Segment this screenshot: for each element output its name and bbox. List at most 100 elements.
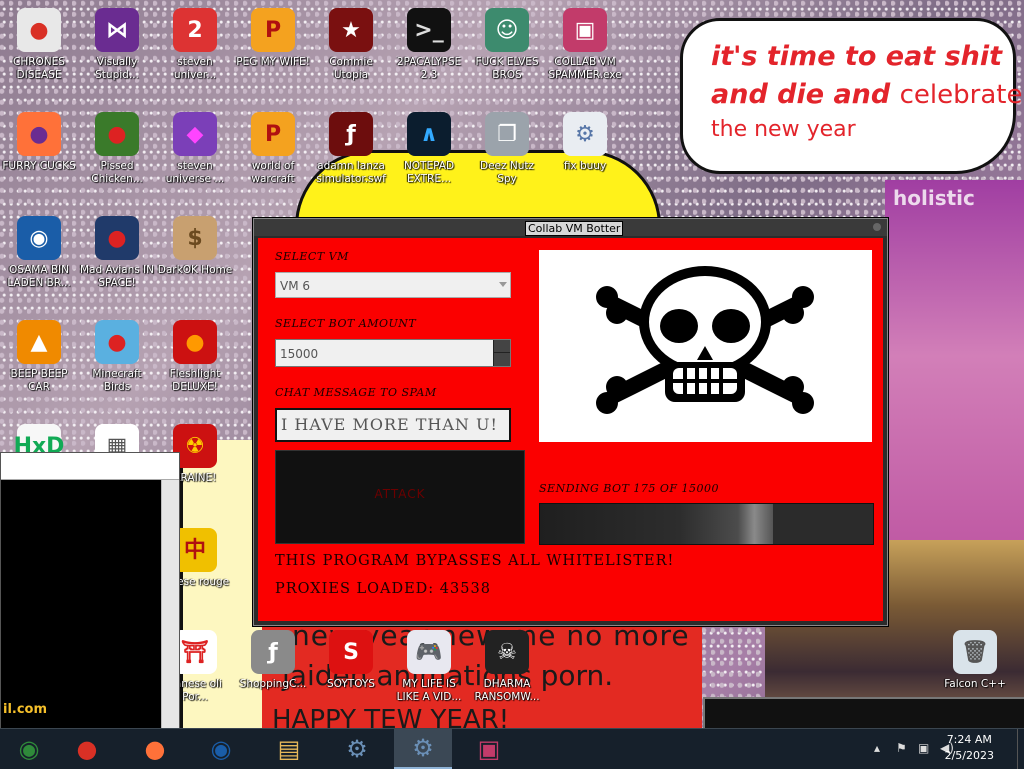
desktop-shortcut[interactable]: ● CHRONES DISEASE <box>1 8 77 82</box>
stepper-buttons[interactable] <box>493 340 510 366</box>
background-window-scrollbar[interactable] <box>161 480 179 729</box>
desktop-shortcut[interactable]: ● Pissed Chicken... <box>79 112 155 186</box>
desktop-shortcut-label: fix buuy <box>563 160 607 172</box>
speech-line-2a: and die and <box>711 79 900 110</box>
stepper-up-button[interactable] <box>494 340 510 353</box>
desktop-shortcut-label: adamn lanza simulator.swf <box>316 160 386 185</box>
desktop-shortcut[interactable]: P PEG MY WIFE! <box>235 8 311 69</box>
taskbar-button[interactable]: ● <box>126 729 184 769</box>
vlc-icon: ▲ <box>17 320 61 364</box>
desktop-shortcut[interactable]: $ DarkOK Home <box>157 216 233 277</box>
desktop-shortcut-label: BEEP BEEP CAR <box>10 368 68 393</box>
desktop-shortcut-label: CHRONES DISEASE <box>13 56 65 81</box>
desktop-shortcut[interactable]: ● Mad Avians IN SPACE! <box>79 216 155 290</box>
desktop-shortcut[interactable]: 2 steven univer... <box>157 8 233 82</box>
desktop-shortcut[interactable]: ▣ COLLAB VM SPAMMER.exe <box>547 8 623 82</box>
desktop-shortcut-label: Pissed Chicken... <box>91 160 143 185</box>
wallpaper-side-text: holistic <box>893 186 975 210</box>
background-window-titlebar[interactable] <box>1 453 179 480</box>
desktop-shortcut[interactable]: >_ 2PACALYPSE 2.3 <box>391 8 467 82</box>
visual-studio-icon: ⋈ <box>95 8 139 52</box>
steven-universe-gem-icon: ◆ <box>173 112 217 156</box>
desktop-shortcut-label: Fleshlight DELUXE! <box>169 368 221 393</box>
desktop-shortcut-label: Falcon C++ <box>944 678 1006 690</box>
taskbar-button[interactable]: ▣ <box>460 729 518 769</box>
desktop-shortcut-label: DHARMA RANSOMW... <box>474 678 540 703</box>
desktop-shortcut-label: 2PACALYPSE 2.3 <box>396 56 462 81</box>
send-progress-bar <box>539 503 874 545</box>
banner-line-3: HAPPY TEW YEAR! <box>272 705 510 728</box>
desktop-shortcut-label: PEG MY WIFE! <box>236 56 310 68</box>
select-vm-label: SELECT VM <box>275 250 349 263</box>
speech-line-2: and die and celebrate <box>711 79 1022 110</box>
angry-birds-seasons-icon: ● <box>95 112 139 156</box>
desktop-shortcut[interactable]: ● Minecraft Birds <box>79 320 155 394</box>
clock-time: 7:24 AM <box>946 733 992 746</box>
desktop-shortcut-label: MY LIFE IS LIKE A VID... <box>396 678 462 703</box>
desktop-shortcut[interactable]: Pworld of warcraft <box>235 112 311 186</box>
show-desktop-button[interactable] <box>1017 729 1024 769</box>
desktop-shortcut-label: COLLAB VM SPAMMER.exe <box>548 56 622 81</box>
desktop-shortcut-label: steven univer... <box>173 56 217 81</box>
desktop-shortcut[interactable]: 🎮 MY LIFE IS LIKE A VID... <box>391 630 467 704</box>
angry-birds-icon: ● <box>95 320 139 364</box>
desktop-shortcut[interactable]: ∧ NOTEPAD EXTRE... <box>391 112 467 186</box>
desktop-shortcut[interactable]: ☠ DHARMA RANSOMW... <box>469 630 545 704</box>
desktop-shortcut[interactable]: ● Fleshlight DELUXE! <box>157 320 233 394</box>
chevron-down-icon[interactable] <box>499 282 507 287</box>
attack-button[interactable]: ATTACK <box>275 450 525 544</box>
desktop-shortcut-label: FUCK ELVES BROS <box>475 56 539 81</box>
taskbar-button[interactable]: ◉ <box>0 729 58 769</box>
clock-date: 2/5/2023 <box>944 749 994 762</box>
speech-line-1: it's time to eat shit <box>711 41 1003 72</box>
peg-my-wife-icon: P <box>251 8 295 52</box>
desktop-shortcut[interactable]: ƒ ShoppingC... <box>235 630 311 691</box>
clock[interactable]: 7:24 AM 2/5/2023 <box>945 732 994 764</box>
vm-select-dropdown[interactable]: VM 6 <box>275 272 511 298</box>
desktop-shortcut-label: Visually Stupid... <box>95 56 139 81</box>
taskbar-button[interactable]: ◉ <box>192 729 250 769</box>
taskbar-spammer-icon: ▣ <box>477 735 501 763</box>
desktop-shortcut-label: OSAMA BIN LADEN BR... <box>7 264 71 289</box>
taskbar-installer-icon: ⚙ <box>346 735 368 763</box>
window-titlebar[interactable]: Collab VM Botter <box>254 219 887 236</box>
minimized-window[interactable] <box>703 697 1024 732</box>
desktop-shortcut[interactable]: ◆ steven universe ... <box>157 112 233 186</box>
skull-image <box>539 250 872 442</box>
taskbar-button[interactable]: ⚙ <box>328 729 386 769</box>
desktop-shortcut-label: NOTEPAD EXTRE... <box>403 160 455 185</box>
background-window-content: il.com <box>1 480 161 729</box>
bot-amount-stepper[interactable]: 15000 <box>275 339 511 367</box>
desktop-shortcut-label: Commie Utopia <box>329 56 373 81</box>
taskbar-button[interactable]: ⚙ <box>394 729 452 769</box>
background-window[interactable]: il.com <box>0 452 180 730</box>
chevron-up-icon[interactable]: ▴ <box>874 741 880 755</box>
darkok-home-icon: $ <box>173 216 217 260</box>
chat-message-input[interactable]: I HAVE MORE THAN U! <box>275 408 511 442</box>
desktop-shortcut[interactable]: 🗑 Falcon C++ <box>937 630 1013 691</box>
desktop-shortcut[interactable]: ☺ FUCK ELVES BROS <box>469 8 545 82</box>
taskbar-installer2-icon: ⚙ <box>412 734 434 762</box>
window-client-area: SELECT VM VM 6 SELECT BOT AMOUNT 15000 C… <box>258 238 883 621</box>
desktop-shortcut-label: FURRY CUCKS <box>2 160 76 172</box>
desktop-shortcut[interactable]: ◉ OSAMA BIN LADEN BR... <box>1 216 77 290</box>
desktop-shortcut-label: ShoppingC... <box>239 678 307 690</box>
desktop-shortcut[interactable]: ⋈ Visually Stupid... <box>79 8 155 82</box>
flag-icon[interactable]: ⚑ <box>896 741 907 755</box>
desktop-shortcut[interactable]: ❐ Deez Nutz Spy <box>469 112 545 186</box>
background-window-text: il.com <box>3 702 48 717</box>
cmd-icon: >_ <box>407 8 451 52</box>
desktop-shortcut[interactable]: S SOYTOYS <box>313 630 389 691</box>
desktop-shortcut[interactable]: ▲ BEEP BEEP CAR <box>1 320 77 394</box>
close-icon[interactable] <box>873 223 881 231</box>
desktop-shortcut[interactable]: ● FURRY CUCKS <box>1 112 77 173</box>
taskbar-button[interactable]: ▤ <box>260 729 318 769</box>
desktop-shortcut-label: SOYTOYS <box>327 678 375 690</box>
desktop-shortcut[interactable]: ⚙ fix buuy <box>547 112 623 173</box>
skull-crossbones-icon <box>596 266 814 414</box>
desktop-shortcut[interactable]: ★ Commie Utopia <box>313 8 389 82</box>
network-icon[interactable]: ▣ <box>918 741 929 755</box>
recycle-bin-icon: 🗑 <box>953 630 997 674</box>
desktop-shortcut[interactable]: ƒ adamn lanza simulator.swf <box>313 112 389 186</box>
taskbar-button[interactable]: ● <box>58 729 116 769</box>
